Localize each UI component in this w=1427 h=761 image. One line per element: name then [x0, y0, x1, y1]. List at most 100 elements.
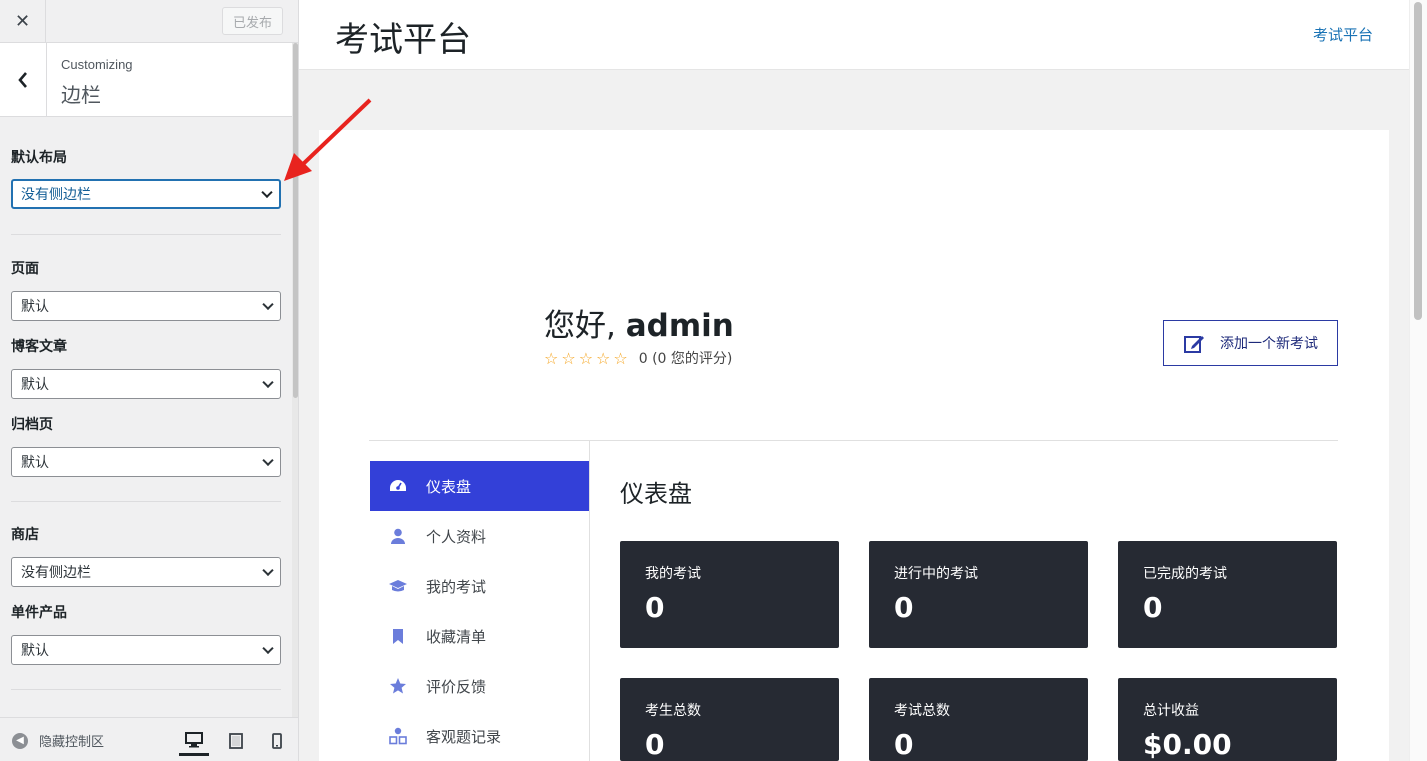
desktop-icon — [185, 731, 203, 747]
preview-scrollbar[interactable] — [1409, 0, 1427, 761]
stat-label: 我的考试 — [645, 566, 701, 582]
label-default-layout: 默认布局 — [11, 150, 67, 166]
shapes-icon — [388, 726, 408, 746]
bookmark-icon — [388, 626, 408, 646]
mobile-icon — [272, 733, 282, 749]
menu-item-dashboard[interactable]: 仪表盘 — [370, 461, 589, 511]
annotation-arrow-icon — [284, 98, 372, 181]
chevron-down-icon — [262, 564, 274, 577]
customizer-header: ✕ 已发布 — [0, 0, 298, 43]
star-rating-icons: ☆ ☆ ☆ ☆ ☆ — [544, 348, 628, 368]
user-icon — [388, 526, 408, 546]
section-title-bar: Customizing 边栏 — [0, 43, 292, 117]
add-new-exam-button[interactable]: 添加一个新考试 — [1163, 320, 1338, 366]
preview-mobile-button[interactable] — [262, 726, 292, 756]
menu-label: 我的考试 — [426, 577, 487, 596]
rating: ☆ ☆ ☆ ☆ ☆ 0 (0 您的评分) — [544, 348, 732, 368]
stat-value: 0 — [894, 591, 914, 624]
select-value: 默认 — [21, 377, 49, 393]
customizer-panel: ✕ 已发布 Customizing 边栏 默认布局 没有侧边栏 页面 默认 博客… — [0, 0, 299, 761]
stat-label: 考生总数 — [645, 703, 701, 719]
select-value: 默认 — [21, 299, 49, 315]
menu-item-my-exams[interactable]: 我的考试 — [370, 561, 589, 611]
preview-tablet-button[interactable] — [221, 726, 251, 756]
stat-label: 总计收益 — [1143, 703, 1199, 719]
select-value: 默认 — [21, 643, 49, 659]
stat-value: 0 — [645, 591, 665, 624]
menu-label: 收藏清单 — [426, 627, 487, 646]
stat-value: 0 — [645, 728, 665, 761]
select-single-product[interactable]: 默认 — [11, 635, 281, 665]
chevron-left-icon — [18, 71, 27, 88]
nav-link-exam-platform[interactable]: 考试平台 — [1313, 24, 1373, 45]
divider — [11, 689, 281, 690]
menu-item-profile[interactable]: 个人资料 — [370, 511, 589, 561]
tablet-icon — [229, 733, 243, 749]
site-title[interactable]: 考试平台 — [335, 12, 471, 61]
graduation-cap-icon — [388, 576, 408, 596]
add-new-exam-label: 添加一个新考试 — [1220, 336, 1318, 352]
dashboard-icon — [388, 476, 408, 496]
dashboard-card: 您好, admin ☆ ☆ ☆ ☆ ☆ 0 (0 您的评分) 添加一个新考试 仪表盘 个… — [319, 130, 1389, 761]
divider — [11, 234, 281, 235]
stat-tile: 考生总数 0 — [620, 678, 839, 761]
edit-icon — [1184, 336, 1204, 353]
collapse-icon: ◀ — [12, 732, 28, 749]
select-shop[interactable]: 没有侧边栏 — [11, 557, 281, 587]
preview-desktop-button[interactable] — [179, 726, 209, 756]
label-shop: 商店 — [11, 527, 39, 543]
stat-tile: 已完成的考试 0 — [1118, 541, 1337, 648]
menu-item-objective-records[interactable]: 客观题记录 — [370, 711, 589, 761]
scroll-thumb[interactable] — [1414, 2, 1422, 320]
divider — [369, 440, 1338, 441]
customizing-crumb: Customizing — [61, 57, 133, 72]
rating-text: 0 (0 您的评分) — [638, 351, 733, 367]
select-archive[interactable]: 默认 — [11, 447, 281, 477]
close-customizer-button[interactable]: ✕ — [0, 0, 46, 43]
menu-label: 评价反馈 — [426, 677, 487, 696]
select-value: 没有侧边栏 — [21, 565, 91, 581]
hide-controls-label: 隐藏控制区 — [39, 735, 105, 750]
stat-label: 进行中的考试 — [894, 566, 978, 582]
chevron-down-icon — [262, 298, 274, 311]
select-value: 没有侧边栏 — [21, 187, 91, 203]
stat-tile: 我的考试 0 — [620, 541, 839, 648]
stat-label: 考试总数 — [894, 703, 950, 719]
menu-label: 仪表盘 — [426, 477, 472, 496]
section-title: 边栏 — [61, 83, 101, 107]
stat-label: 已完成的考试 — [1143, 566, 1227, 582]
greeting-prefix: 您好, — [544, 308, 626, 344]
published-button[interactable]: 已发布 — [222, 7, 283, 35]
select-default-layout[interactable]: 没有侧边栏 — [11, 179, 281, 209]
vertical-divider — [589, 440, 590, 761]
chevron-down-icon — [262, 376, 274, 389]
stat-tile: 考试总数 0 — [869, 678, 1088, 761]
menu-item-reviews[interactable]: 评价反馈 — [370, 661, 589, 711]
dashboard-menu: 仪表盘 个人资料 我的考试 收藏清单 评价反馈 客观题记录 — [370, 461, 589, 761]
hide-controls-button[interactable]: ◀ 隐藏控制区 — [12, 731, 104, 750]
chevron-down-icon — [262, 642, 274, 655]
stat-value: 0 — [894, 728, 914, 761]
greeting: 您好, admin — [544, 300, 734, 345]
select-page[interactable]: 默认 — [11, 291, 281, 321]
greeting-name: admin — [625, 308, 734, 344]
menu-label: 客观题记录 — [426, 727, 502, 746]
star-icon — [388, 676, 408, 696]
select-value: 默认 — [21, 455, 49, 471]
label-blog-post: 博客文章 — [11, 339, 67, 355]
site-preview: 考试平台 考试平台 您好, admin ☆ ☆ ☆ ☆ ☆ 0 (0 您的评分) 添加一… — [299, 0, 1409, 761]
menu-label: 个人资料 — [426, 527, 487, 546]
label-page: 页面 — [11, 261, 39, 277]
label-single-product: 单件产品 — [11, 605, 67, 621]
stat-tile: 总计收益 $0.00 — [1118, 678, 1337, 761]
select-blog-post[interactable]: 默认 — [11, 369, 281, 399]
back-button[interactable] — [0, 43, 47, 116]
menu-item-wishlist[interactable]: 收藏清单 — [370, 611, 589, 661]
stat-value: $0.00 — [1143, 728, 1232, 761]
divider — [11, 501, 281, 502]
chevron-down-icon — [262, 454, 274, 467]
site-header: 考试平台 考试平台 — [299, 0, 1409, 70]
stat-tile: 进行中的考试 0 — [869, 541, 1088, 648]
dashboard-title: 仪表盘 — [620, 480, 692, 508]
stat-value: 0 — [1143, 591, 1163, 624]
